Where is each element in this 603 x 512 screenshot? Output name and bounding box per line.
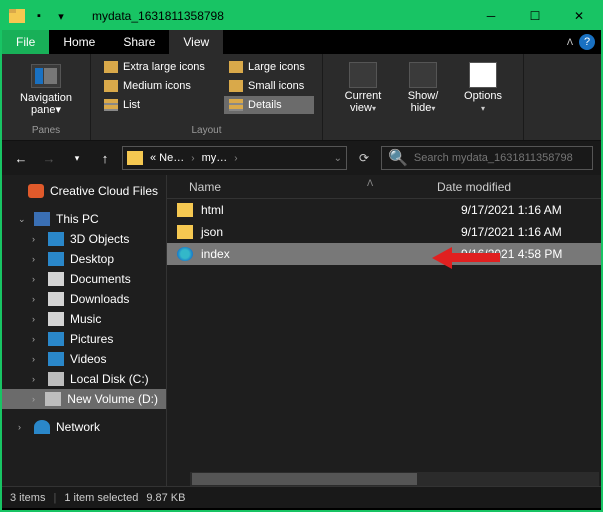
chevron-right-icon[interactable]: › <box>234 153 237 164</box>
group-label-layout: Layout <box>99 125 314 138</box>
network-icon <box>34 420 50 434</box>
ribbon-tabs: File Home Share View ᐱ ? <box>2 30 601 54</box>
tree-new-volume-d[interactable]: ›New Volume (D:) <box>2 389 166 409</box>
tab-file[interactable]: File <box>2 30 49 54</box>
layout-medium[interactable]: Medium icons <box>99 77 214 95</box>
tree-local-disk-c[interactable]: ›Local Disk (C:) <box>2 369 166 389</box>
group-view-controls: Currentview▾ Show/hide▾ Options▾ <box>323 54 524 140</box>
file-row-index[interactable]: index 9/16/2021 4:58 PM <box>167 243 601 265</box>
breadcrumb-1[interactable]: « Ne… <box>147 152 187 164</box>
tree-desktop[interactable]: ›Desktop <box>2 249 166 269</box>
tree-network[interactable]: ›Network <box>2 417 166 437</box>
body: Creative Cloud Files ⌄This PC ›3D Object… <box>2 175 601 486</box>
tree-pictures[interactable]: ›Pictures <box>2 329 166 349</box>
status-item-count: 3 items <box>10 492 45 504</box>
layout-details[interactable]: Details <box>224 96 314 114</box>
cloud-icon <box>28 184 44 198</box>
folder-icon <box>127 151 143 165</box>
minimize-button[interactable]: ─ <box>469 2 513 30</box>
tree-downloads[interactable]: ›Downloads <box>2 289 166 309</box>
qat-save-icon[interactable]: ▪ <box>30 7 48 25</box>
group-label-panes: Panes <box>10 125 82 138</box>
search-icon: 🔍 <box>388 148 408 168</box>
layout-large[interactable]: Large icons <box>224 58 314 76</box>
tree-3d-objects[interactable]: ›3D Objects <box>2 229 166 249</box>
horizontal-scrollbar[interactable] <box>190 472 599 486</box>
address-dropdown-icon[interactable]: ⌄ <box>334 153 342 164</box>
videos-icon <box>48 352 64 366</box>
documents-icon <box>48 272 64 286</box>
column-headers[interactable]: ᐱ Name Date modified <box>167 175 601 199</box>
chevron-right-icon[interactable]: › <box>191 153 194 164</box>
title-bar: ▪ ▾ mydata_1631811358798 ─ ☐ ✕ <box>2 2 601 30</box>
maximize-button[interactable]: ☐ <box>513 2 557 30</box>
address-row: ← → ▾ ↑ « Ne… › my… › ⌄ ⟳ 🔍 <box>2 141 601 175</box>
search-box[interactable]: 🔍 <box>381 146 593 170</box>
tab-home[interactable]: Home <box>49 30 109 54</box>
group-panes: Navigationpane▾ Panes <box>2 54 91 140</box>
layout-small[interactable]: Small icons <box>224 77 314 95</box>
disk-icon <box>48 372 64 386</box>
quick-access-toolbar: ▪ ▾ <box>8 7 70 25</box>
tree-videos[interactable]: ›Videos <box>2 349 166 369</box>
breadcrumb-2[interactable]: my… <box>199 152 231 164</box>
objects-icon <box>48 232 64 246</box>
sort-indicator-icon: ᐱ <box>367 178 373 189</box>
tree-documents[interactable]: ›Documents <box>2 269 166 289</box>
pictures-icon <box>48 332 64 346</box>
html-file-icon <box>177 247 193 261</box>
help-icon[interactable]: ? <box>579 34 595 50</box>
minimize-ribbon-icon[interactable]: ᐱ <box>567 37 573 48</box>
file-row-json[interactable]: json 9/17/2021 1:16 AM <box>167 221 601 243</box>
back-button[interactable]: ← <box>10 147 32 169</box>
music-icon <box>48 312 64 326</box>
desktop-icon <box>48 252 64 266</box>
file-list[interactable]: ᐱ Name Date modified html 9/17/2021 1:16… <box>167 175 601 486</box>
show-hide-icon <box>409 62 437 88</box>
navigation-pane-button[interactable]: Navigationpane▾ <box>10 58 82 116</box>
folder-icon <box>177 225 193 239</box>
layout-list[interactable]: List <box>99 96 214 114</box>
pc-icon <box>34 212 50 226</box>
folder-icon <box>8 7 26 25</box>
options-icon <box>469 62 497 88</box>
tree-this-pc[interactable]: ⌄This PC <box>2 209 166 229</box>
status-selected: 1 item selected <box>64 492 138 504</box>
navigation-pane-icon <box>31 64 61 88</box>
layout-extra-large[interactable]: Extra large icons <box>99 58 214 76</box>
up-button[interactable]: ↑ <box>94 147 116 169</box>
scrollbar-thumb[interactable] <box>192 473 417 485</box>
refresh-button[interactable]: ⟳ <box>353 147 375 169</box>
tree-music[interactable]: ›Music <box>2 309 166 329</box>
options-button[interactable]: Options▾ <box>457 62 509 115</box>
tree-creative-cloud[interactable]: Creative Cloud Files <box>2 181 166 201</box>
forward-button[interactable]: → <box>38 147 60 169</box>
status-bar: 3 items | 1 item selected 9.87 KB <box>2 486 601 508</box>
tab-view[interactable]: View <box>169 30 223 54</box>
search-input[interactable] <box>414 152 586 164</box>
show-hide-button[interactable]: Show/hide▾ <box>397 62 449 115</box>
file-row-html[interactable]: html 9/17/2021 1:16 AM <box>167 199 601 221</box>
close-button[interactable]: ✕ <box>557 2 601 30</box>
group-layout: Extra large icons Large icons Medium ico… <box>91 54 323 140</box>
column-name[interactable]: Name <box>189 180 437 194</box>
address-bar[interactable]: « Ne… › my… › ⌄ <box>122 146 347 170</box>
downloads-icon <box>48 292 64 306</box>
status-size: 9.87 KB <box>146 492 185 504</box>
column-date[interactable]: Date modified <box>437 180 577 194</box>
recent-locations-button[interactable]: ▾ <box>66 147 88 169</box>
current-view-button[interactable]: Currentview▾ <box>337 62 389 115</box>
disk-icon <box>45 392 61 406</box>
ribbon: Navigationpane▾ Panes Extra large icons … <box>2 54 601 141</box>
navigation-tree[interactable]: Creative Cloud Files ⌄This PC ›3D Object… <box>2 175 167 486</box>
tab-share[interactable]: Share <box>109 30 169 54</box>
window-title: mydata_1631811358798 <box>92 9 224 23</box>
folder-icon <box>177 203 193 217</box>
qat-dropdown-icon[interactable]: ▾ <box>52 7 70 25</box>
current-view-icon <box>349 62 377 88</box>
